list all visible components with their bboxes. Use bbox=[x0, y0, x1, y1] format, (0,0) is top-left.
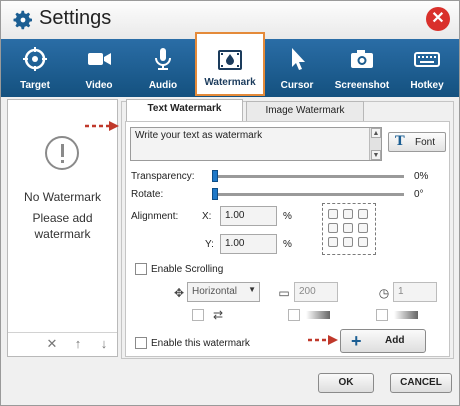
close-icon: ✕ bbox=[431, 10, 445, 27]
clock-icon: ◷ bbox=[378, 286, 390, 300]
text-watermark-panel: Write your text as watermark ▲ ▼ T Font … bbox=[125, 121, 450, 357]
align-bottom-left[interactable] bbox=[328, 237, 338, 247]
move-down-icon[interactable]: ↓ bbox=[96, 336, 112, 352]
add-pointer-arrow-icon bbox=[308, 335, 338, 345]
empty-title: No Watermark bbox=[24, 190, 101, 204]
tab-target[interactable]: Target bbox=[3, 39, 67, 97]
tab-label: Video bbox=[85, 80, 113, 91]
tab-cursor[interactable]: Cursor bbox=[265, 39, 329, 97]
x-position-input[interactable]: 1.00 bbox=[220, 206, 277, 226]
window-title: Settings bbox=[39, 7, 112, 29]
scroll-up-icon[interactable]: ▲ bbox=[371, 128, 381, 138]
move-arrows-icon: ✥ bbox=[173, 286, 185, 300]
enable-watermark-checkbox[interactable] bbox=[135, 337, 147, 349]
watermark-icon bbox=[218, 50, 242, 70]
rotate-slider-thumb[interactable] bbox=[212, 188, 218, 200]
font-icon: T bbox=[395, 134, 405, 149]
camera-icon bbox=[351, 50, 373, 68]
move-up-icon[interactable]: ↑ bbox=[70, 336, 86, 352]
scroll-direction-value: Horizontal bbox=[192, 286, 238, 297]
close-button[interactable]: ✕ bbox=[426, 7, 450, 31]
tab-label: Audio bbox=[148, 80, 178, 91]
align-center[interactable] bbox=[343, 223, 353, 233]
list-toolbar: ✕ ↑ ↓ bbox=[8, 332, 117, 356]
y-unit: % bbox=[283, 239, 292, 250]
loop-checkbox[interactable] bbox=[192, 309, 204, 321]
align-middle-right[interactable] bbox=[358, 223, 368, 233]
align-bottom-right[interactable] bbox=[358, 237, 368, 247]
tab-hotkey[interactable]: Hotkey bbox=[395, 39, 459, 97]
add-button-label: Add bbox=[385, 335, 405, 346]
plus-icon: + bbox=[351, 331, 362, 351]
tab-label: Cursor bbox=[280, 80, 314, 91]
gear-icon bbox=[13, 10, 32, 30]
rotate-label: Rotate: bbox=[131, 189, 164, 200]
alignment-label: Alignment: bbox=[131, 211, 179, 222]
align-top-center[interactable] bbox=[343, 209, 353, 219]
align-top-left[interactable] bbox=[328, 209, 338, 219]
scroll-down-icon[interactable]: ▼ bbox=[371, 150, 381, 160]
scroll-direction-select[interactable]: Horizontal ▼ bbox=[187, 282, 260, 302]
transparency-label: Transparency: bbox=[131, 171, 195, 182]
tab-video[interactable]: Video bbox=[67, 39, 131, 97]
tab-label: Hotkey bbox=[410, 80, 444, 91]
watermark-text-value: Write your text as watermark bbox=[135, 130, 263, 141]
loop-arrows-icon: ⇄ bbox=[212, 308, 224, 322]
tab-label: Watermark bbox=[204, 77, 256, 88]
tab-audio[interactable]: Audio bbox=[131, 39, 195, 97]
fade-out-gradient-icon bbox=[394, 311, 418, 319]
speed-icon: ▭ bbox=[278, 286, 290, 300]
cancel-button[interactable]: CANCEL bbox=[390, 373, 452, 393]
keyboard-icon bbox=[414, 52, 440, 67]
main-tab-bar: Target Video Audio Watermark Cursor Scre… bbox=[1, 32, 459, 97]
x-unit: % bbox=[283, 211, 292, 222]
align-top-right[interactable] bbox=[358, 209, 368, 219]
align-bottom-center[interactable] bbox=[343, 237, 353, 247]
enable-watermark-label: Enable this watermark bbox=[151, 338, 250, 349]
enable-scrolling-label: Enable Scrolling bbox=[151, 264, 224, 275]
rotate-value: 0° bbox=[414, 189, 424, 200]
watermark-list: No Watermark Please add watermark ✕ ↑ ↓ bbox=[7, 99, 118, 357]
settings-window: Settings ✕ Target Video Audio Watermark … bbox=[0, 0, 460, 406]
pointer-arrow-icon bbox=[85, 121, 119, 131]
alignment-grid bbox=[322, 203, 376, 255]
transparency-value: 0% bbox=[414, 171, 429, 182]
add-watermark-button[interactable]: + Add bbox=[340, 329, 426, 353]
subtab-text-watermark[interactable]: Text Watermark bbox=[126, 99, 243, 121]
fade-in-gradient-icon bbox=[306, 311, 330, 319]
text-scrollbar[interactable]: ▲ ▼ bbox=[369, 128, 381, 160]
target-icon bbox=[23, 47, 47, 71]
fade-out-checkbox[interactable] bbox=[376, 309, 388, 321]
align-middle-left[interactable] bbox=[328, 223, 338, 233]
video-camera-icon bbox=[88, 53, 111, 65]
chevron-down-icon: ▼ bbox=[248, 285, 256, 294]
transparency-slider-thumb[interactable] bbox=[212, 170, 218, 182]
scroll-delay-input[interactable]: 1 bbox=[393, 282, 437, 302]
ok-button[interactable]: OK bbox=[318, 373, 374, 393]
scroll-speed-input[interactable]: 200 bbox=[294, 282, 338, 302]
exclamation-icon bbox=[45, 136, 79, 170]
tab-label: Screenshot bbox=[334, 80, 390, 91]
y-label: Y: bbox=[205, 239, 214, 250]
font-button-label: Font bbox=[415, 137, 436, 148]
microphone-icon bbox=[155, 48, 171, 70]
tab-watermark[interactable]: Watermark bbox=[195, 32, 265, 96]
tab-label: Target bbox=[20, 80, 50, 91]
y-position-input[interactable]: 1.00 bbox=[220, 234, 277, 254]
rotate-slider[interactable] bbox=[214, 193, 404, 196]
font-button[interactable]: T Font bbox=[388, 132, 446, 152]
cursor-icon bbox=[292, 48, 305, 70]
subtab-image-watermark[interactable]: Image Watermark bbox=[246, 101, 364, 121]
x-label: X: bbox=[202, 211, 212, 222]
fade-in-checkbox[interactable] bbox=[288, 309, 300, 321]
enable-scrolling-checkbox[interactable] bbox=[135, 263, 147, 275]
empty-hint: Please add watermark bbox=[32, 211, 93, 241]
tab-screenshot[interactable]: Screenshot bbox=[329, 39, 395, 97]
watermark-editor: Text Watermark Image Watermark Write you… bbox=[121, 99, 454, 359]
transparency-slider[interactable] bbox=[214, 175, 404, 178]
watermark-text-input[interactable]: Write your text as watermark ▲ ▼ bbox=[130, 127, 382, 161]
delete-icon[interactable]: ✕ bbox=[44, 336, 60, 352]
